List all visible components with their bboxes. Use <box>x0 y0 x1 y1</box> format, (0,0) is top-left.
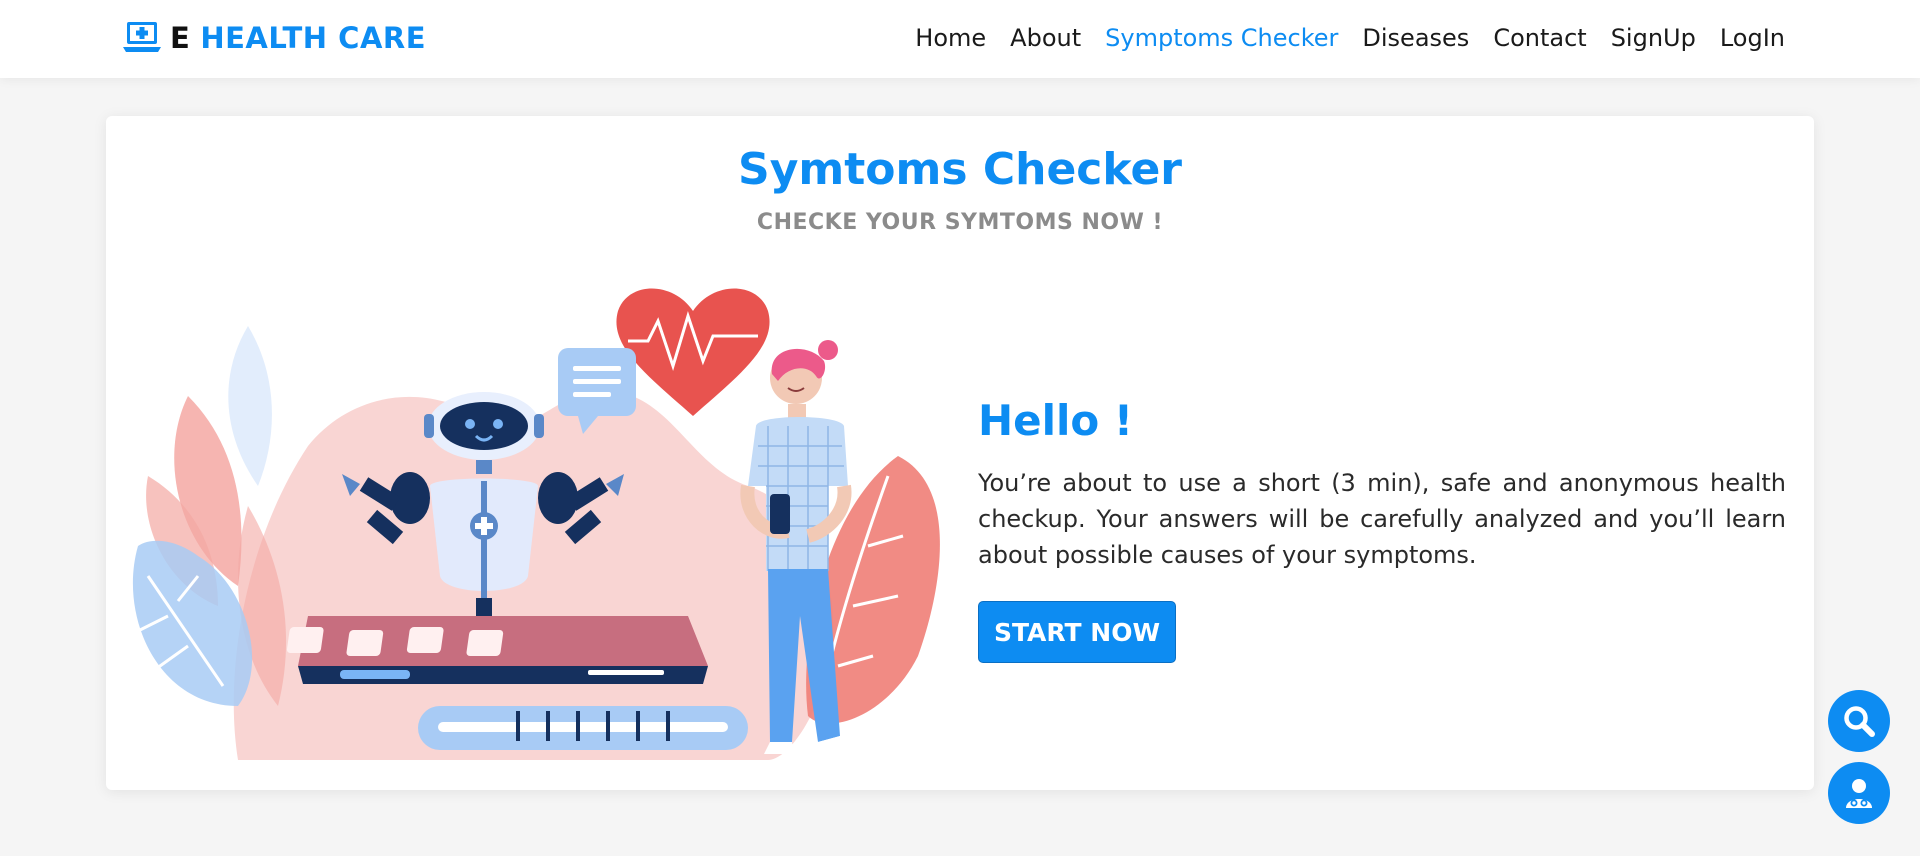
nav-login[interactable]: LogIn <box>1720 20 1785 56</box>
start-now-button[interactable]: START NOW <box>978 601 1176 663</box>
navbar: E HEALTH CARE Home About Symptoms Checke… <box>0 0 1920 78</box>
nav-diseases[interactable]: Diseases <box>1362 20 1469 56</box>
nav-symptoms-checker[interactable]: Symptoms Checker <box>1105 20 1338 56</box>
page-subtitle: CHECKE YOUR SYMTOMS NOW ! <box>756 210 1164 235</box>
brand-logo[interactable]: E HEALTH CARE <box>122 18 426 58</box>
nav-about[interactable]: About <box>1010 20 1081 56</box>
main-nav: Home About Symptoms Checker Diseases Con… <box>891 20 1785 56</box>
symptoms-checker-card: Symtoms Checker CHECKE YOUR SYMTOMS NOW … <box>106 116 1814 790</box>
greeting-heading: Hello ! <box>978 396 1134 445</box>
nav-signup[interactable]: SignUp <box>1611 20 1696 56</box>
search-icon <box>1844 706 1875 737</box>
floating-search-button[interactable] <box>1828 690 1890 752</box>
nav-home[interactable]: Home <box>915 20 986 56</box>
intro-section: Hello ! You’re about to use a short (3 m… <box>978 396 1786 663</box>
intro-description: You’re about to use a short (3 min), saf… <box>978 469 1786 569</box>
brand-name: HEALTH CARE <box>200 21 427 55</box>
floating-doctor-button[interactable] <box>1828 762 1890 824</box>
brand-prefix: E <box>170 21 191 55</box>
doctor-icon <box>1846 779 1872 808</box>
robot-doctor-illustration <box>132 288 940 760</box>
page-title: Symtoms Checker <box>738 144 1182 195</box>
nav-contact[interactable]: Contact <box>1493 20 1586 56</box>
laptop-medical-icon <box>123 22 161 52</box>
